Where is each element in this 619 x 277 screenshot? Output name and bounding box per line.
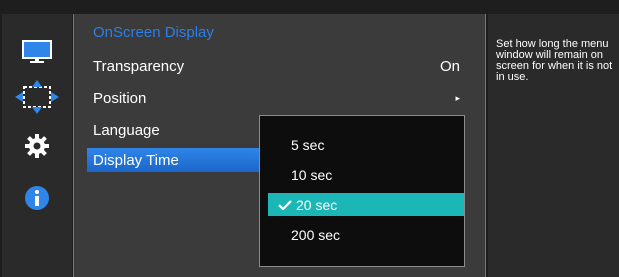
option-200-sec[interactable]: 200 sec: [268, 223, 464, 246]
info-icon[interactable]: [24, 185, 50, 211]
menu-item-display-time[interactable]: Display Time: [87, 148, 259, 172]
move-arrows-icon[interactable]: [12, 80, 62, 114]
menu-title: OnScreen Display: [93, 24, 214, 41]
help-text: Set how long the menu window will remain…: [496, 38, 613, 83]
gear-icon[interactable]: [25, 134, 49, 158]
menu-item-transparency[interactable]: Transparency On: [87, 54, 478, 78]
display-time-dropdown[interactable]: 5 sec 10 sec 20 sec 200 sec: [259, 115, 465, 267]
option-5-sec[interactable]: 5 sec: [268, 133, 464, 156]
monitor-icon[interactable]: [22, 40, 52, 64]
option-20-sec[interactable]: 20 sec: [268, 193, 464, 216]
menu-item-label: Transparency: [93, 57, 185, 75]
category-sidebar: [2, 14, 72, 277]
menu-item-label: Position: [93, 89, 147, 107]
checkmark-icon: [278, 199, 292, 210]
osd-window: OnScreen Display Transparency On Positio…: [0, 0, 619, 277]
help-panel: Set how long the menu window will remain…: [488, 14, 619, 277]
menu-item-label: Language: [93, 121, 160, 139]
menu-panel: OnScreen Display Transparency On Positio…: [73, 14, 486, 277]
menu-item-label: Display Time: [93, 151, 179, 169]
menu-item-position[interactable]: Position ▸: [87, 86, 478, 110]
submenu-arrow-icon: ▸: [455, 92, 460, 103]
option-10-sec[interactable]: 10 sec: [268, 163, 464, 186]
menu-item-value: On: [439, 57, 460, 75]
